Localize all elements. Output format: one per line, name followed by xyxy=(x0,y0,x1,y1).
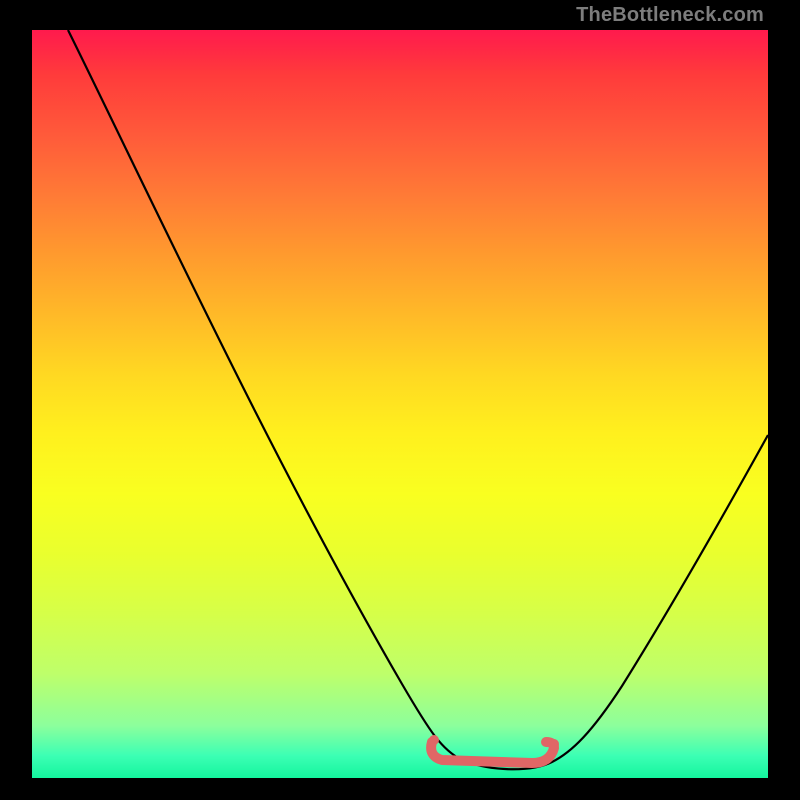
curve-path xyxy=(68,30,768,769)
flat-min-marker-icon xyxy=(431,742,554,763)
chart-frame: TheBottleneck.com xyxy=(0,0,800,800)
watermark-text: TheBottleneck.com xyxy=(576,4,764,27)
plot-area xyxy=(32,30,768,778)
bottleneck-curve xyxy=(32,30,768,778)
marker-dot-right-icon xyxy=(549,739,559,749)
marker-dot-left-icon xyxy=(429,735,439,745)
